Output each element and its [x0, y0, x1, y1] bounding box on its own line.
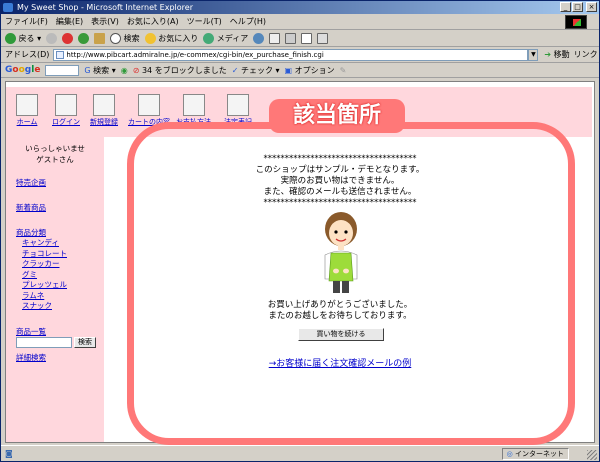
category-ramune[interactable]: ラムネ	[16, 291, 67, 302]
home-icon[interactable]	[94, 32, 106, 44]
google-toolbar: Google G 検索 ▾ ◉ ⊘ 34 をブロックしました ✓ チェック ▾ …	[1, 63, 599, 78]
links-button[interactable]: リンク	[574, 49, 598, 60]
category-gummy[interactable]: グミ	[16, 270, 67, 281]
address-dropdown-button[interactable]: ▼	[528, 48, 539, 61]
abc-check-icon: ✓	[231, 65, 239, 75]
address-label: アドレス(D)	[5, 50, 50, 59]
back-arrow-icon	[5, 32, 16, 44]
go-arrow-icon: ➔	[544, 50, 552, 59]
close-button[interactable]: ×	[586, 2, 597, 12]
stop-icon[interactable]	[62, 32, 74, 44]
welcome-message: いらっしゃいませ ゲストさん	[25, 144, 85, 164]
media-button[interactable]: メディア	[203, 32, 248, 44]
menu-favorites[interactable]: お気に入り(A)	[127, 16, 179, 27]
favorites-button[interactable]: お気に入り	[144, 32, 198, 44]
spell-check-button[interactable]: ✓ チェック ▾	[232, 65, 280, 76]
google-g-icon: G	[84, 65, 91, 75]
highlight-pen-icon[interactable]: ✎	[340, 66, 347, 75]
sidebar-item-new[interactable]: 新着商品	[16, 202, 67, 213]
nav-cart[interactable]: カートの内容	[128, 94, 170, 127]
resize-grip[interactable]	[587, 450, 597, 460]
nav-payment[interactable]: お支払方法	[176, 94, 211, 127]
google-search-button[interactable]: G 検索 ▾	[84, 65, 115, 76]
sidebar: いらっしゃいませ ゲストさん 特売企画 新着商品 商品分類 キャンディ チョコレ…	[6, 137, 104, 442]
nav-home[interactable]: ホーム	[16, 94, 38, 127]
thanks-message: お買い上げありがとうございました。 またのお越しをお待ちしております。	[267, 300, 413, 321]
menu-bar: ファイル(F) 編集(E) 表示(V) お気に入り(A) ツール(T) ヘルプ(…	[1, 14, 599, 30]
search-button[interactable]: 検索	[110, 32, 140, 44]
shop-clerk-illustration	[324, 212, 358, 293]
sidebar-item-product-list[interactable]: 商品一覧	[16, 326, 67, 337]
browser-window: My Sweet Shop - Microsoft Internet Explo…	[0, 0, 600, 462]
home-icon	[16, 94, 38, 116]
maximize-button[interactable]: □	[572, 2, 583, 12]
nav-login[interactable]: ログイン	[52, 94, 80, 127]
login-door-icon	[55, 94, 77, 116]
category-candy[interactable]: キャンディ	[16, 238, 67, 249]
discuss-icon[interactable]	[317, 32, 329, 44]
address-bar: アドレス(D) http://www.pibcart.admiralne.jp/…	[1, 47, 599, 63]
options-icon: ▣	[284, 65, 293, 75]
print-icon[interactable]	[285, 32, 297, 44]
media-icon	[203, 32, 215, 44]
search-icon	[110, 32, 122, 44]
go-button[interactable]: ➔ 移動	[544, 49, 569, 60]
menu-edit[interactable]: 編集(E)	[56, 16, 83, 27]
yen-icon	[182, 94, 205, 116]
window-title: My Sweet Shop - Microsoft Internet Explo…	[17, 3, 193, 12]
ie-logo-icon	[3, 3, 13, 12]
continue-shopping-button[interactable]: 買い物を続ける	[298, 328, 384, 341]
sidebar-item-detail-search[interactable]: 詳細検索	[16, 352, 46, 363]
page-icon	[56, 50, 65, 59]
minimize-button[interactable]: _	[560, 2, 571, 12]
category-pretzel[interactable]: プレッツェル	[16, 280, 67, 291]
status-bar: ◙ ◎ インターネット	[1, 445, 599, 461]
nav-legal[interactable]: 法定表記	[224, 94, 252, 127]
menu-file[interactable]: ファイル(F)	[5, 16, 48, 27]
document-icon	[227, 94, 249, 116]
category-chocolate[interactable]: チョコレート	[16, 249, 67, 260]
star-icon	[144, 32, 156, 44]
menu-view[interactable]: 表示(V)	[91, 16, 119, 27]
standard-toolbar: 戻る ▾ 検索 お気に入り メディア	[1, 30, 599, 47]
category-cracker[interactable]: クラッカー	[16, 259, 67, 270]
windows-logo-icon	[565, 15, 587, 29]
address-input[interactable]: http://www.pibcart.admiralne.jp/e-commex…	[53, 48, 529, 61]
blocked-icon: ⊘	[132, 65, 140, 75]
menu-tools[interactable]: ツール(T)	[187, 16, 222, 27]
sidebar-search-input[interactable]	[16, 337, 72, 348]
refresh-icon[interactable]	[78, 32, 90, 44]
google-search-input[interactable]	[45, 64, 80, 76]
popup-blocker-button[interactable]: ⊘ 34 をブロックしました	[133, 65, 227, 76]
sidebar-search-button[interactable]: 検索	[74, 337, 96, 348]
highlight-label: 該当箇所	[269, 99, 405, 133]
done-page-icon: ◙	[5, 449, 13, 458]
sidebar-item-special[interactable]: 特売企画	[16, 177, 67, 188]
category-snack[interactable]: スナック	[16, 301, 67, 312]
google-options-button[interactable]: ▣ オプション	[285, 65, 335, 76]
edit-icon[interactable]	[301, 32, 313, 44]
stars-top: ************************************	[263, 154, 417, 164]
security-zone: ◎ インターネット	[501, 448, 569, 460]
pen-icon	[93, 94, 115, 116]
internet-globe-icon: ◎	[506, 450, 513, 458]
google-logo[interactable]: Google	[5, 65, 40, 75]
sidebar-search: 検索	[16, 337, 96, 348]
back-button[interactable]: 戻る ▾	[5, 32, 41, 44]
forward-arrow-icon[interactable]	[46, 32, 58, 44]
title-bar: My Sweet Shop - Microsoft Internet Explo…	[1, 1, 599, 14]
order-confirmation-email-link[interactable]: →お客様に届く注文確認メールの例	[110, 356, 570, 369]
sidebar-item-category[interactable]: 商品分類	[16, 227, 67, 238]
mail-icon[interactable]	[269, 32, 281, 44]
demo-notice: ************************************ このシ…	[110, 154, 570, 209]
pagerank-icon[interactable]: ◉	[121, 66, 128, 75]
sidebar-links: 特売企画 新着商品 商品分類 キャンディ チョコレート クラッカー グミ プレッ…	[16, 177, 67, 337]
menu-help[interactable]: ヘルプ(H)	[230, 16, 266, 27]
cart-icon	[138, 94, 160, 116]
history-icon[interactable]	[253, 32, 265, 44]
page-content: ホーム ログイン 新規登録 カートの内容 お支払方法 法定表記 いらっしゃいませ…	[5, 81, 595, 443]
nav-register[interactable]: 新規登録	[90, 94, 118, 127]
